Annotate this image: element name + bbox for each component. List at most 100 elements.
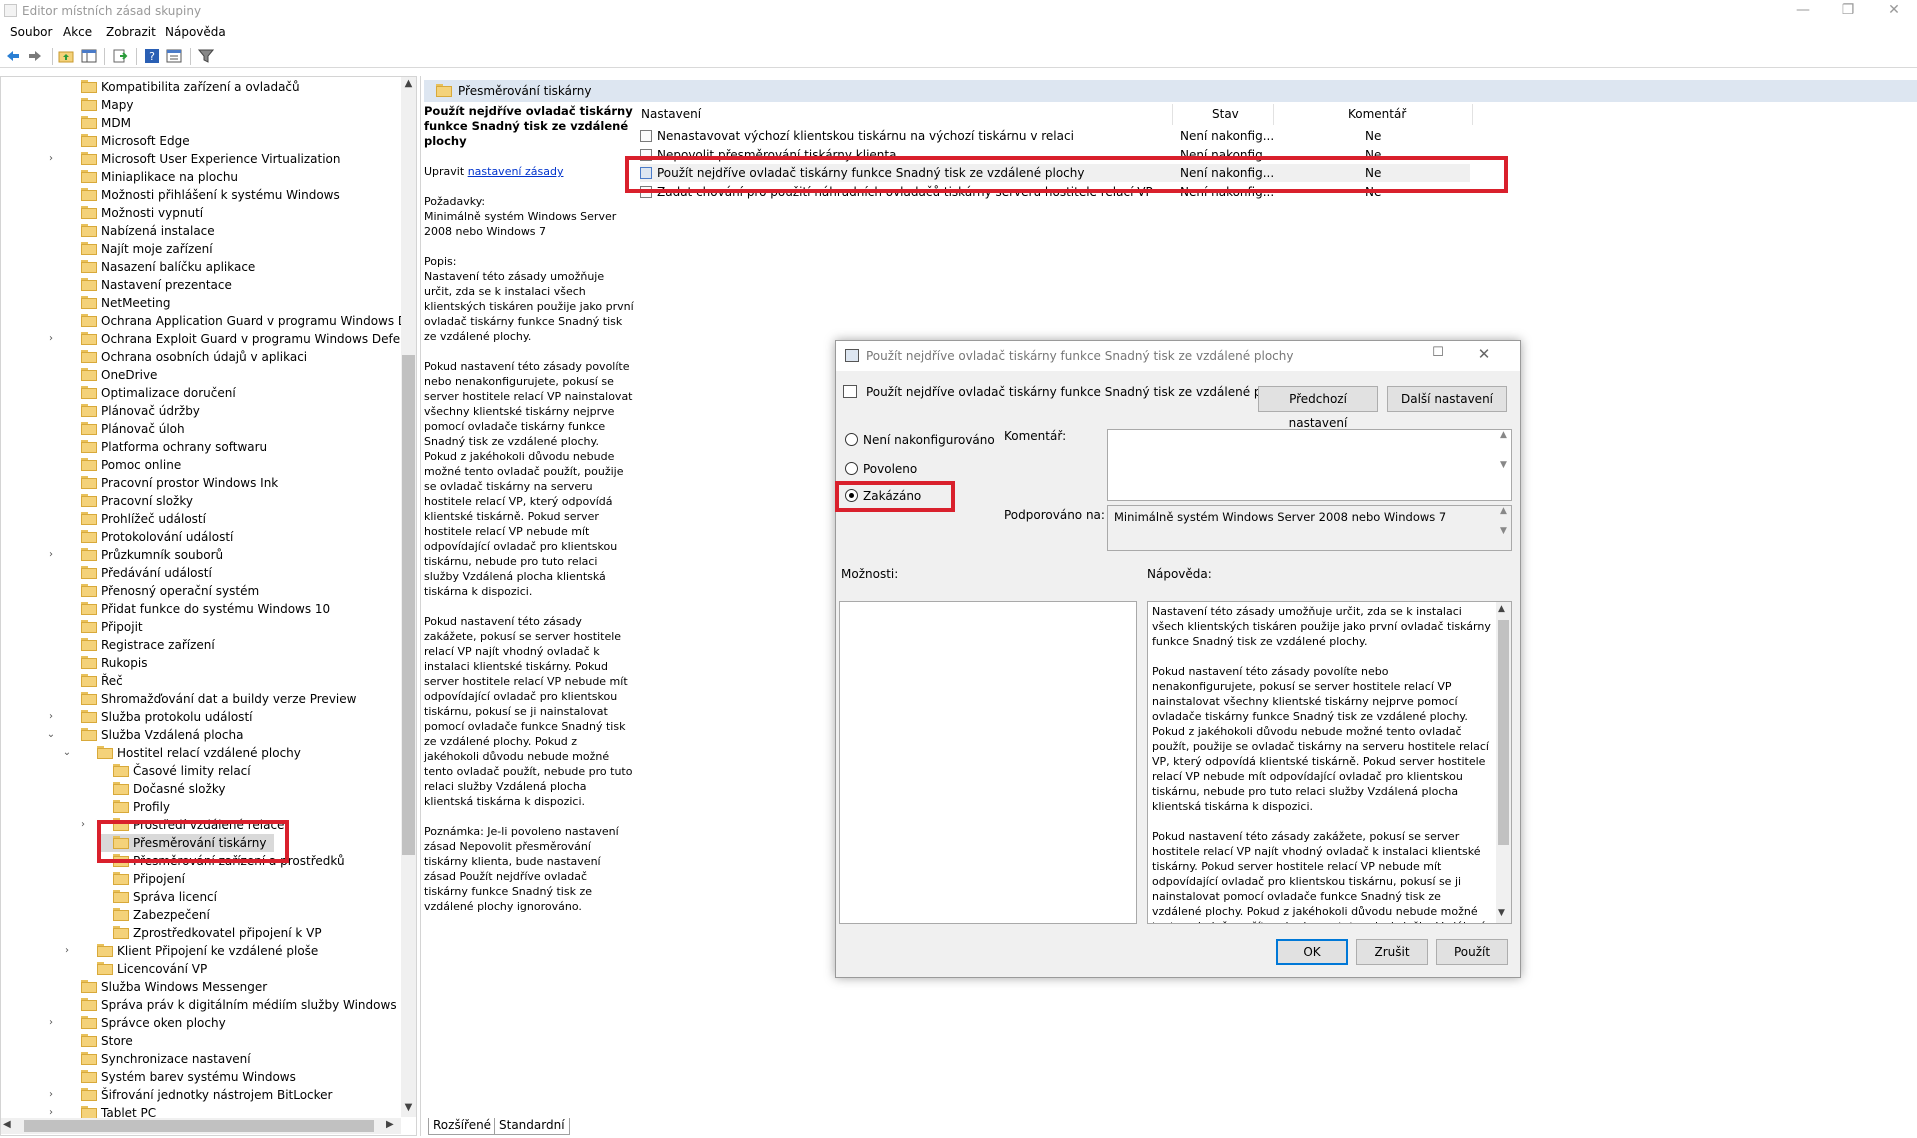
menu-zobrazit[interactable]: Zobrazit xyxy=(106,25,156,39)
tree-node[interactable]: Optimalizace doručení xyxy=(1,384,401,402)
tree-node[interactable]: Shromažďování dat a buildy verze Preview xyxy=(1,690,401,708)
expand-arrow-icon[interactable]: › xyxy=(45,1086,57,1104)
help-scrollbar[interactable]: ▲ ▼ xyxy=(1496,602,1511,923)
column-separator[interactable] xyxy=(1273,104,1274,125)
tree-horizontal-scroll-thumb[interactable] xyxy=(24,1120,374,1132)
tree-node[interactable]: NetMeeting xyxy=(1,294,401,312)
tree-node[interactable]: Připojit xyxy=(1,618,401,636)
tree-node[interactable]: Microsoft Edge xyxy=(1,132,401,150)
close-button[interactable]: ✕ xyxy=(1871,0,1917,22)
tree-node[interactable]: Synchronizace nastavení xyxy=(1,1050,401,1068)
tree-node[interactable]: Nabízená instalace xyxy=(1,222,401,240)
tree-vertical-scroll-thumb[interactable] xyxy=(402,355,415,855)
column-header-state[interactable]: Stav xyxy=(1212,107,1239,121)
tree-node[interactable]: Zabezpečení xyxy=(1,906,401,924)
tree-node[interactable]: Plánovač údržby xyxy=(1,402,401,420)
scroll-left-icon[interactable]: ◀ xyxy=(3,1119,17,1133)
column-header-comment[interactable]: Komentář xyxy=(1348,107,1406,121)
expand-arrow-icon[interactable]: › xyxy=(45,150,57,168)
tree-node[interactable]: › Klient Připojení ke vzdálené ploše xyxy=(1,942,401,960)
help-icon[interactable]: ? xyxy=(144,48,160,64)
tree-node[interactable]: Služba Windows Messenger xyxy=(1,978,401,996)
edit-policy-link[interactable]: nastavení zásady xyxy=(468,165,564,178)
tree-node[interactable]: Zprostředkovatel připojení k VP xyxy=(1,924,401,942)
help-scroll-thumb[interactable] xyxy=(1498,620,1509,845)
minimize-button[interactable]: — xyxy=(1780,0,1826,22)
back-icon[interactable] xyxy=(5,48,21,64)
scroll-down-icon[interactable]: ▼ xyxy=(1498,906,1505,921)
tree-node[interactable]: Správa práv k digitálním médiím služby W… xyxy=(1,996,416,1014)
tree-node[interactable]: OneDrive xyxy=(1,366,401,384)
comment-scrollbar[interactable]: ▲ ▼ xyxy=(1496,430,1511,500)
export-list-icon[interactable] xyxy=(112,48,128,64)
menu-soubor[interactable]: Soubor xyxy=(10,25,52,39)
tree-node[interactable]: Najít moje zařízení xyxy=(1,240,401,258)
forward-icon[interactable] xyxy=(27,48,43,64)
scroll-down-icon[interactable]: ▼ xyxy=(402,1102,415,1116)
scroll-right-icon[interactable]: ▶ xyxy=(386,1119,400,1133)
supported-on-scrollbar[interactable]: ▲ ▼ xyxy=(1496,506,1511,550)
tree-node[interactable]: Pomoc online xyxy=(1,456,401,474)
tree-node[interactable]: Licencování VP xyxy=(1,960,401,978)
tree-node[interactable]: Nasazení balíčku aplikace xyxy=(1,258,401,276)
tree-node[interactable]: › Ochrana Exploit Guard v programu Window… xyxy=(1,330,416,348)
expand-arrow-icon[interactable]: › xyxy=(45,708,57,726)
tree-node[interactable]: Předávání událostí xyxy=(1,564,401,582)
tree-node[interactable]: Ochrana osobních údajů v aplikaci xyxy=(1,348,401,366)
next-setting-button[interactable]: Další nastavení xyxy=(1387,386,1507,412)
comment-textarea[interactable]: ▲ ▼ xyxy=(1107,429,1512,501)
tree-node[interactable]: Profily xyxy=(1,798,401,816)
tree-node[interactable]: Připojení xyxy=(1,870,401,888)
tree-node[interactable]: › Šifrování jednotky nástrojem BitLocker xyxy=(1,1086,401,1104)
tree-node[interactable]: Nastavení prezentace xyxy=(1,276,401,294)
tree-node[interactable]: Registrace zařízení xyxy=(1,636,401,654)
cancel-button[interactable]: Zrušit xyxy=(1356,939,1428,965)
expand-arrow-icon[interactable]: › xyxy=(45,546,57,564)
tree-node[interactable]: Kompatibilita zařízení a ovladačů xyxy=(1,78,401,96)
menu-akce[interactable]: Akce xyxy=(63,25,92,39)
expand-arrow-icon[interactable]: › xyxy=(77,816,89,834)
expand-arrow-icon[interactable]: › xyxy=(45,330,57,348)
tree-node[interactable]: › Průzkumník souborů xyxy=(1,546,401,564)
column-separator[interactable] xyxy=(1472,104,1473,125)
tree-node[interactable]: Pracovní prostor Windows Ink xyxy=(1,474,401,492)
tree-node[interactable]: Správa licencí xyxy=(1,888,401,906)
expand-arrow-icon[interactable]: › xyxy=(45,1014,57,1032)
collapse-arrow-icon[interactable]: ⌄ xyxy=(45,726,57,744)
tree-node[interactable]: Prohlížeč událostí xyxy=(1,510,401,528)
tree-node[interactable]: Protokolování událostí xyxy=(1,528,401,546)
tree-node[interactable]: ⌄ Hostitel relací vzdálené plochy xyxy=(1,744,401,762)
collapse-arrow-icon[interactable]: ⌄ xyxy=(61,744,73,762)
column-separator[interactable] xyxy=(1172,104,1173,125)
scroll-up-icon[interactable]: ▲ xyxy=(402,78,415,92)
tree-node[interactable]: Platforma ochrany softwaru xyxy=(1,438,401,456)
filter-icon[interactable] xyxy=(198,48,214,64)
show-hide-tree-icon[interactable] xyxy=(81,48,97,64)
ok-button[interactable]: OK xyxy=(1276,939,1348,965)
tree-node[interactable]: Možnosti přihlášení k systému Windows xyxy=(1,186,401,204)
tree-node[interactable]: Miniaplikace na plochu xyxy=(1,168,401,186)
previous-setting-button[interactable]: Předchozí nastavení xyxy=(1258,386,1378,430)
tree-node[interactable]: Pracovní složky xyxy=(1,492,401,510)
tree-node[interactable]: › Microsoft User Experience Virtualizatio… xyxy=(1,150,401,168)
radio-enabled[interactable] xyxy=(845,462,858,475)
tree-node[interactable]: Plánovač úloh xyxy=(1,420,401,438)
tree-node[interactable]: Přenosný operační systém xyxy=(1,582,401,600)
dialog-close-button[interactable]: ✕ xyxy=(1472,345,1496,367)
tree-node[interactable]: Časové limity relací xyxy=(1,762,401,780)
radio-not-configured[interactable] xyxy=(845,433,858,446)
restore-button[interactable]: ❐ xyxy=(1825,0,1871,22)
settings-row[interactable]: Nenastavovat výchozí klientskou tiskárnu… xyxy=(640,127,1470,145)
radio-enabled-label[interactable]: Povoleno xyxy=(863,462,917,476)
tree-node[interactable]: Řeč xyxy=(1,672,401,690)
properties-icon[interactable] xyxy=(166,48,182,64)
tree-node[interactable]: Ochrana Application Guard v programu Win… xyxy=(1,312,416,330)
apply-button[interactable]: Použít xyxy=(1436,939,1508,965)
tree-node[interactable]: Rukopis xyxy=(1,654,401,672)
dialog-maximize-button[interactable]: ☐ xyxy=(1426,345,1450,367)
expand-arrow-icon[interactable]: › xyxy=(61,942,73,960)
tab-standard[interactable]: Standardní xyxy=(494,1118,570,1135)
scroll-up-icon[interactable]: ▲ xyxy=(1498,602,1505,617)
menu-napoveda[interactable]: Nápověda xyxy=(165,25,226,39)
tree-node[interactable]: MDM xyxy=(1,114,401,132)
